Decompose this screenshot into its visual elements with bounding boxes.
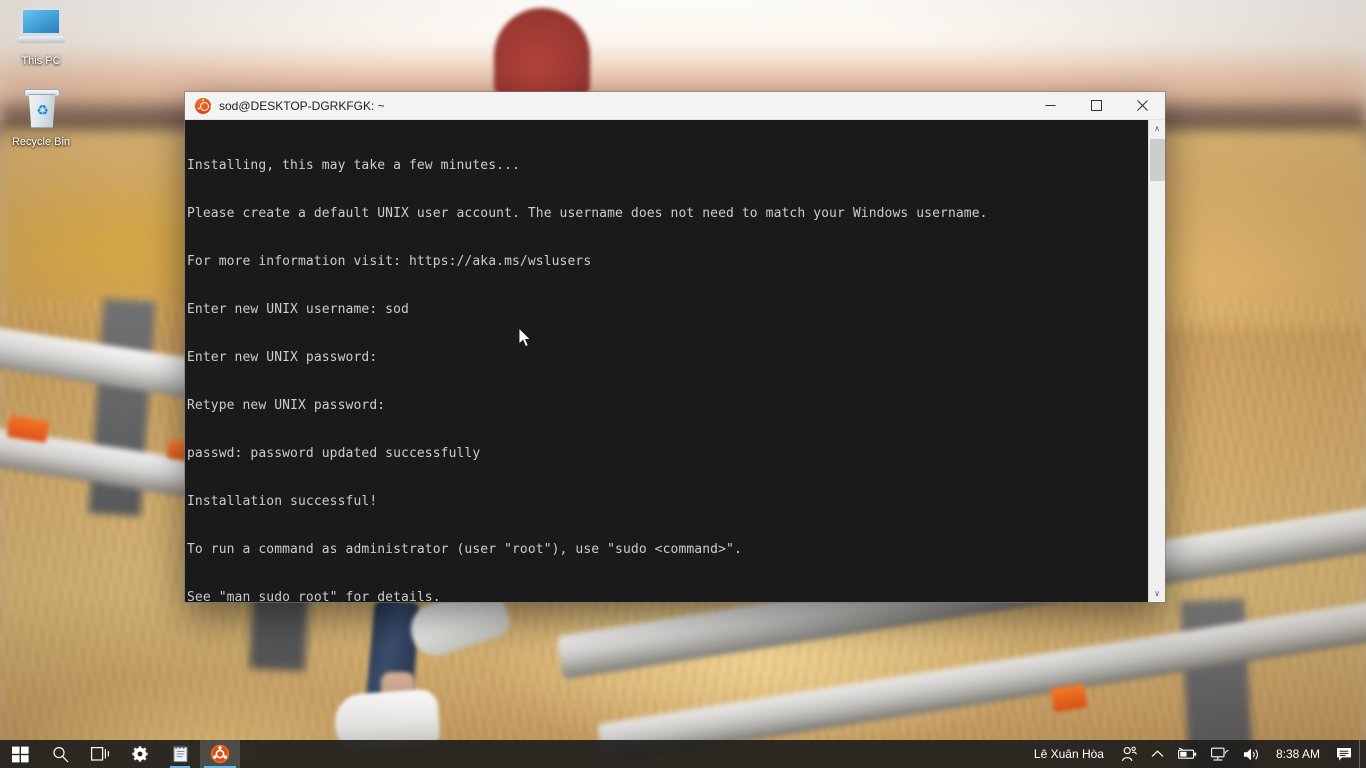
show-desktop-button[interactable]: [1359, 740, 1366, 768]
ubuntu-icon: [195, 97, 211, 114]
desktop[interactable]: This PC ♻ Recycle Bin sod@DESKTOP-DGRKFG…: [0, 0, 1366, 768]
battery-icon: [1178, 747, 1197, 759]
terminal-output[interactable]: Installing, this may take a few minutes.…: [185, 120, 1148, 602]
scroll-down-arrow[interactable]: ∨: [1149, 585, 1165, 602]
window-title-bar[interactable]: sod@DESKTOP-DGRKFGK: ~: [185, 92, 1165, 120]
terminal-line: Please create a default UNIX user accoun…: [187, 206, 988, 221]
guardrail-reflector-a: [6, 415, 50, 443]
network-icon: [1211, 747, 1229, 761]
people-icon: [1122, 746, 1137, 762]
desktop-icon-this-pc[interactable]: This PC: [3, 4, 79, 68]
system-tray[interactable]: Lê Xuân Hòa 8:38 AM: [1024, 740, 1366, 768]
desktop-icon-recycle-bin[interactable]: ♻ Recycle Bin: [3, 85, 79, 149]
search-icon: [52, 746, 68, 762]
notepad-button[interactable]: [160, 740, 200, 768]
terminal-line: Enter new UNIX username: sod: [187, 302, 409, 317]
task-view-button[interactable]: [80, 740, 120, 768]
terminal-line: For more information visit: https://aka.…: [187, 254, 592, 269]
notifications-button[interactable]: [1329, 740, 1359, 768]
terminal-line: See "man sudo_root" for details.: [187, 590, 441, 602]
tray-user-label[interactable]: Lê Xuân Hòa: [1024, 740, 1114, 768]
window-title: sod@DESKTOP-DGRKFGK: ~: [219, 98, 385, 113]
terminal-window[interactable]: sod@DESKTOP-DGRKFGK: ~ Installing, this …: [185, 92, 1165, 602]
maximize-button[interactable]: [1073, 92, 1119, 120]
recycle-bin-icon: ♻: [15, 85, 67, 133]
network-button[interactable]: [1204, 740, 1236, 768]
terminal-line: Installing, this may take a few minutes.…: [187, 158, 520, 173]
windows-logo-icon: [11, 746, 29, 762]
wallpaper-person-ankle: [381, 672, 415, 706]
battery-button[interactable]: [1171, 740, 1204, 768]
volume-icon: [1243, 748, 1258, 760]
notification-icon: [1337, 747, 1351, 761]
terminal-line: To run a command as administrator (user …: [187, 542, 742, 557]
start-button[interactable]: [0, 740, 40, 768]
wallpaper-person-leg: [365, 598, 421, 712]
ubuntu-button[interactable]: [200, 740, 240, 768]
terminal-line: Retype new UNIX password:: [187, 398, 386, 413]
close-button[interactable]: [1119, 92, 1165, 120]
guardrail-right-lower: [596, 589, 1366, 764]
ubuntu-icon: [210, 744, 230, 764]
show-hidden-icons-button[interactable]: [1144, 740, 1171, 768]
guardrail-reflector-c: [1050, 683, 1088, 713]
notepad-icon: [173, 745, 187, 763]
wallpaper-person-hair: [494, 8, 590, 96]
terminal-line: Installation successful!: [187, 494, 378, 509]
desktop-icon-label: Recycle Bin: [11, 136, 71, 148]
desktop-icon-label: This PC: [21, 55, 61, 67]
mouse-cursor: [518, 326, 532, 348]
guardrail-post-left-a: [88, 298, 156, 517]
minimize-button[interactable]: [1027, 92, 1073, 120]
search-button[interactable]: [40, 740, 80, 768]
this-pc-icon: [15, 4, 67, 52]
taskbar[interactable]: Lê Xuân Hòa 8:38 AM: [0, 740, 1366, 768]
people-button[interactable]: [1114, 740, 1144, 768]
clock[interactable]: 8:38 AM: [1267, 740, 1329, 768]
scroll-up-arrow[interactable]: ∧: [1149, 120, 1165, 137]
settings-button[interactable]: [120, 740, 160, 768]
terminal-line: Enter new UNIX password:: [187, 350, 378, 365]
chevron-up-icon: [1151, 749, 1164, 757]
terminal-line: passwd: password updated successfully: [187, 446, 481, 461]
terminal-scrollbar[interactable]: ∧ ∨: [1148, 120, 1165, 602]
volume-button[interactable]: [1236, 740, 1267, 768]
gear-icon: [132, 746, 148, 762]
task-view-icon: [90, 747, 109, 761]
terminal-body[interactable]: Installing, this may take a few minutes.…: [185, 120, 1165, 602]
scrollbar-thumb[interactable]: [1150, 139, 1165, 181]
